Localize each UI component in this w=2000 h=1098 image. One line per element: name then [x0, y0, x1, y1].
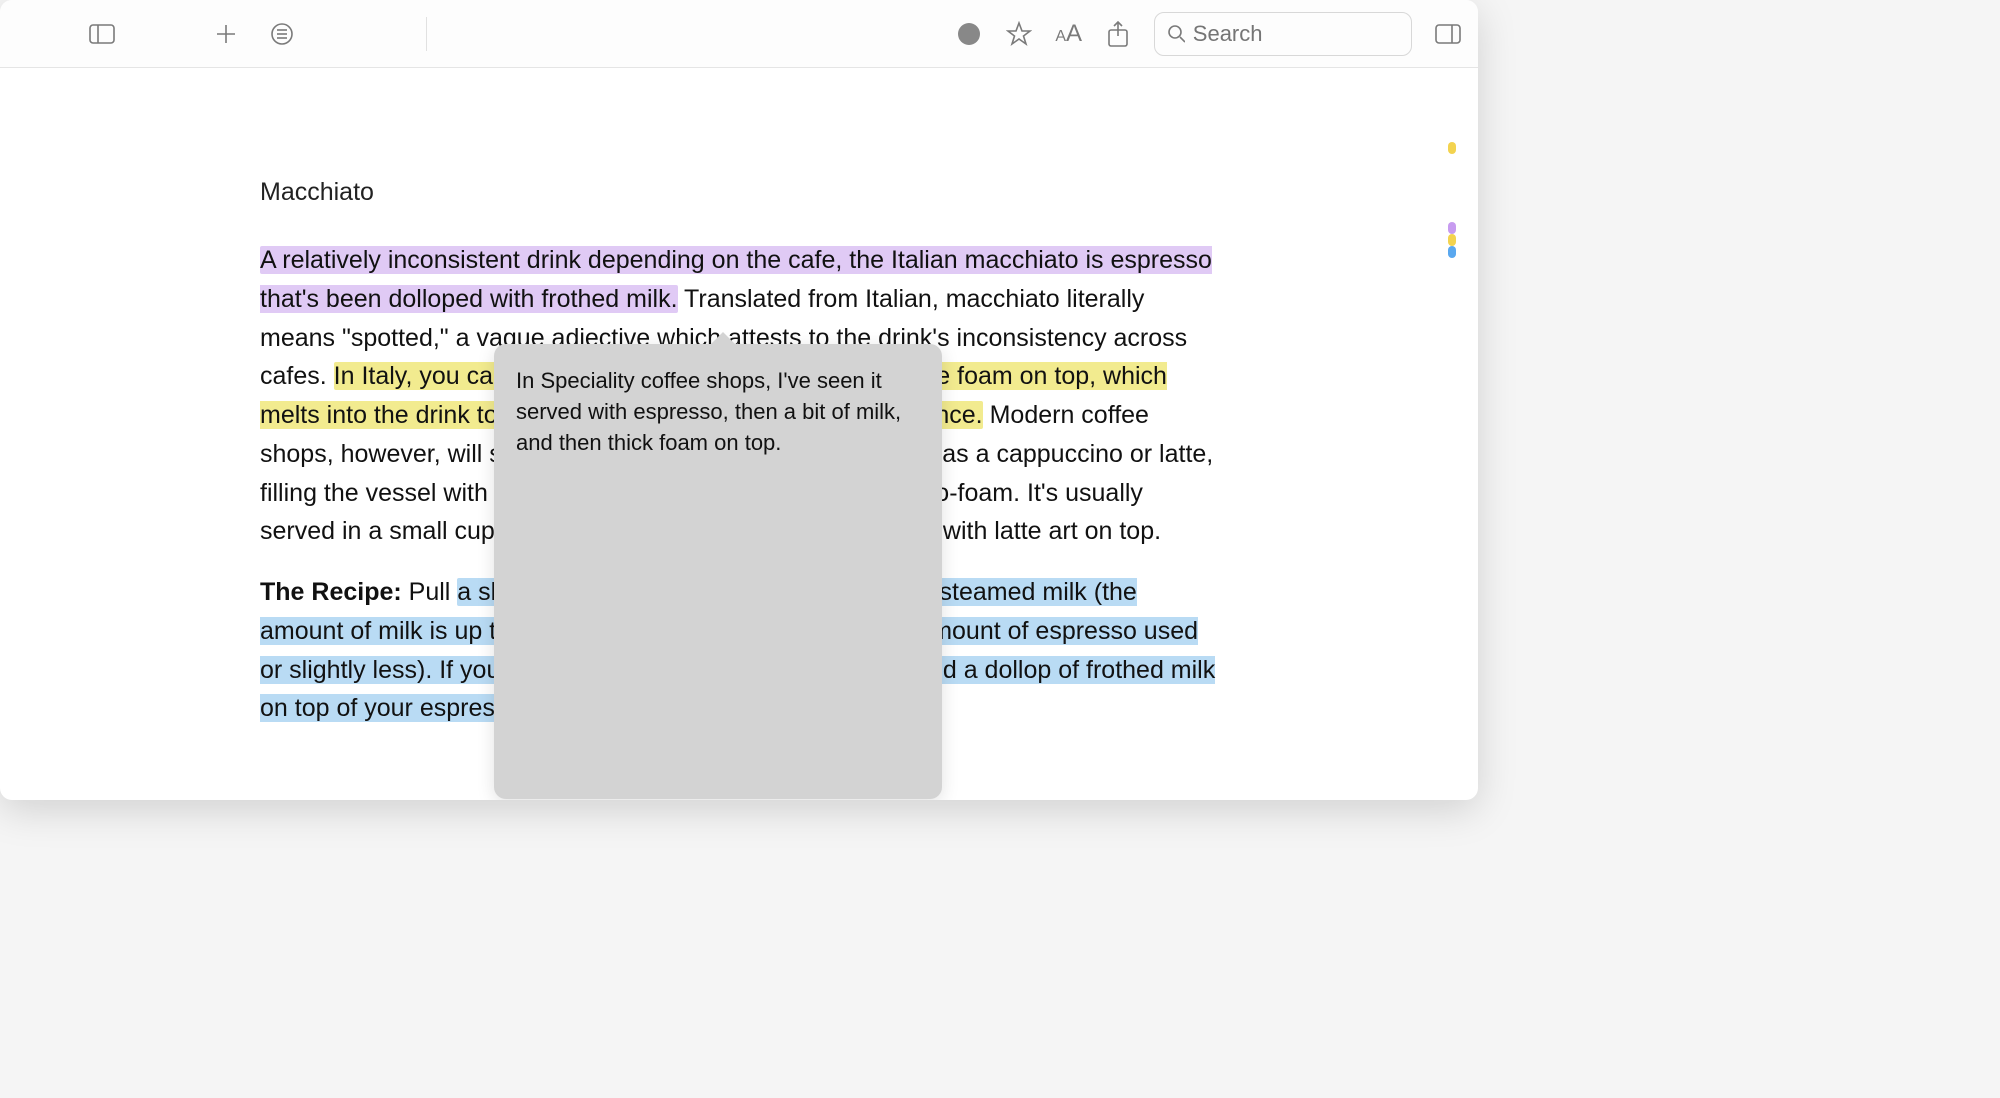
toolbar: AA — [0, 0, 1478, 68]
toggle-inspector-button[interactable] — [1434, 20, 1462, 48]
search-icon — [1167, 24, 1185, 44]
margin-mark-purple[interactable] — [1448, 222, 1456, 234]
star-icon — [1006, 21, 1032, 47]
toolbar-divider — [426, 17, 427, 51]
panel-right-icon — [1435, 24, 1461, 44]
edit-status-button[interactable] — [955, 20, 983, 48]
sidebar-icon — [89, 24, 115, 44]
app-window: AA Macchiato A relatively i — [0, 0, 1478, 800]
list-icon — [270, 22, 294, 46]
text-large-a-icon: A — [1066, 20, 1082, 48]
share-button[interactable] — [1104, 20, 1132, 48]
new-entry-button[interactable] — [212, 20, 240, 48]
margin-mark-yellow[interactable] — [1448, 234, 1456, 246]
recipe-label: The Recipe: — [260, 578, 402, 606]
doc-title: Macchiato — [260, 178, 1218, 207]
note-popover[interactable]: In Speciality coffee shops, I've seen it… — [494, 344, 942, 799]
status-dot-icon — [958, 23, 980, 45]
plus-icon — [215, 23, 237, 45]
list-button[interactable] — [268, 20, 296, 48]
margin-mark-yellow[interactable] — [1448, 142, 1456, 154]
toggle-sidebar-button[interactable] — [88, 20, 116, 48]
text-span: Pull — [402, 578, 458, 606]
note-text: In Speciality coffee shops, I've seen it… — [516, 366, 920, 458]
text-size-button[interactable]: AA — [1055, 20, 1082, 48]
search-input[interactable] — [1193, 21, 1399, 47]
search-field[interactable] — [1154, 12, 1412, 56]
margin-mark-blue[interactable] — [1448, 246, 1456, 258]
share-icon — [1107, 20, 1129, 48]
text-small-a-icon: A — [1055, 28, 1066, 46]
favorite-button[interactable] — [1005, 20, 1033, 48]
